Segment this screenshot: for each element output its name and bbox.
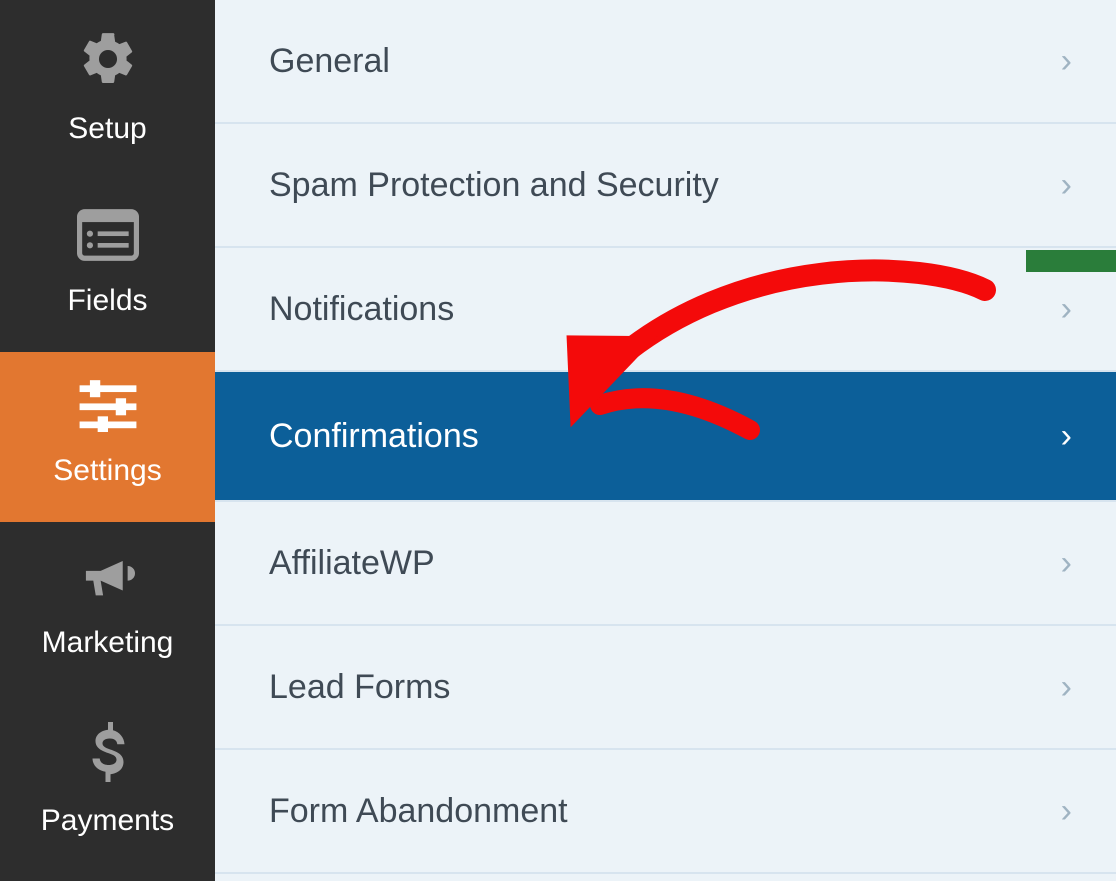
- settings-item-general[interactable]: General ›: [215, 0, 1116, 124]
- settings-item-confirmations[interactable]: Confirmations ›: [215, 372, 1116, 502]
- settings-item-label: Form Abandonment: [269, 792, 568, 831]
- chevron-right-icon: ›: [1061, 290, 1072, 329]
- sidebar-item-label: Marketing: [42, 626, 174, 660]
- chevron-right-icon: ›: [1061, 668, 1072, 707]
- settings-item-label: Confirmations: [269, 417, 479, 456]
- settings-item-label: Lead Forms: [269, 668, 450, 707]
- settings-item-label: General: [269, 42, 390, 81]
- dollar-icon: [87, 722, 129, 790]
- sidebar-item-settings[interactable]: Settings: [0, 352, 215, 522]
- settings-item-notifications[interactable]: Notifications ›: [215, 248, 1116, 372]
- sidebar: Setup Fields Settings Marketing Payments: [0, 0, 215, 881]
- settings-item-label: AffiliateWP: [269, 544, 435, 583]
- sidebar-item-payments[interactable]: Payments: [0, 694, 215, 872]
- sidebar-item-fields[interactable]: Fields: [0, 180, 215, 352]
- sliders-icon: [77, 380, 139, 440]
- settings-item-label: Notifications: [269, 290, 454, 329]
- chevron-right-icon: ›: [1061, 166, 1072, 205]
- sidebar-item-label: Payments: [41, 804, 174, 838]
- settings-item-spam[interactable]: Spam Protection and Security ›: [215, 124, 1116, 248]
- chevron-right-icon: ›: [1061, 417, 1072, 456]
- app-root: Setup Fields Settings Marketing Payments: [0, 0, 1116, 881]
- sidebar-item-label: Settings: [53, 454, 161, 488]
- sidebar-item-marketing[interactable]: Marketing: [0, 522, 215, 694]
- sidebar-item-label: Fields: [67, 284, 147, 318]
- sidebar-item-label: Setup: [68, 112, 146, 146]
- settings-item-label: Spam Protection and Security: [269, 166, 719, 205]
- settings-item-affiliatewp[interactable]: AffiliateWP ›: [215, 502, 1116, 626]
- bullhorn-icon: [77, 550, 139, 612]
- list-icon: [77, 208, 139, 270]
- sidebar-item-setup[interactable]: Setup: [0, 0, 215, 180]
- settings-panel: General › Spam Protection and Security ›…: [215, 0, 1116, 881]
- gear-icon: [77, 28, 139, 98]
- green-accent-fragment: [1026, 250, 1116, 272]
- chevron-right-icon: ›: [1061, 42, 1072, 81]
- chevron-right-icon: ›: [1061, 544, 1072, 583]
- chevron-right-icon: ›: [1061, 792, 1072, 831]
- settings-item-formabandonment[interactable]: Form Abandonment ›: [215, 750, 1116, 874]
- settings-item-leadforms[interactable]: Lead Forms ›: [215, 626, 1116, 750]
